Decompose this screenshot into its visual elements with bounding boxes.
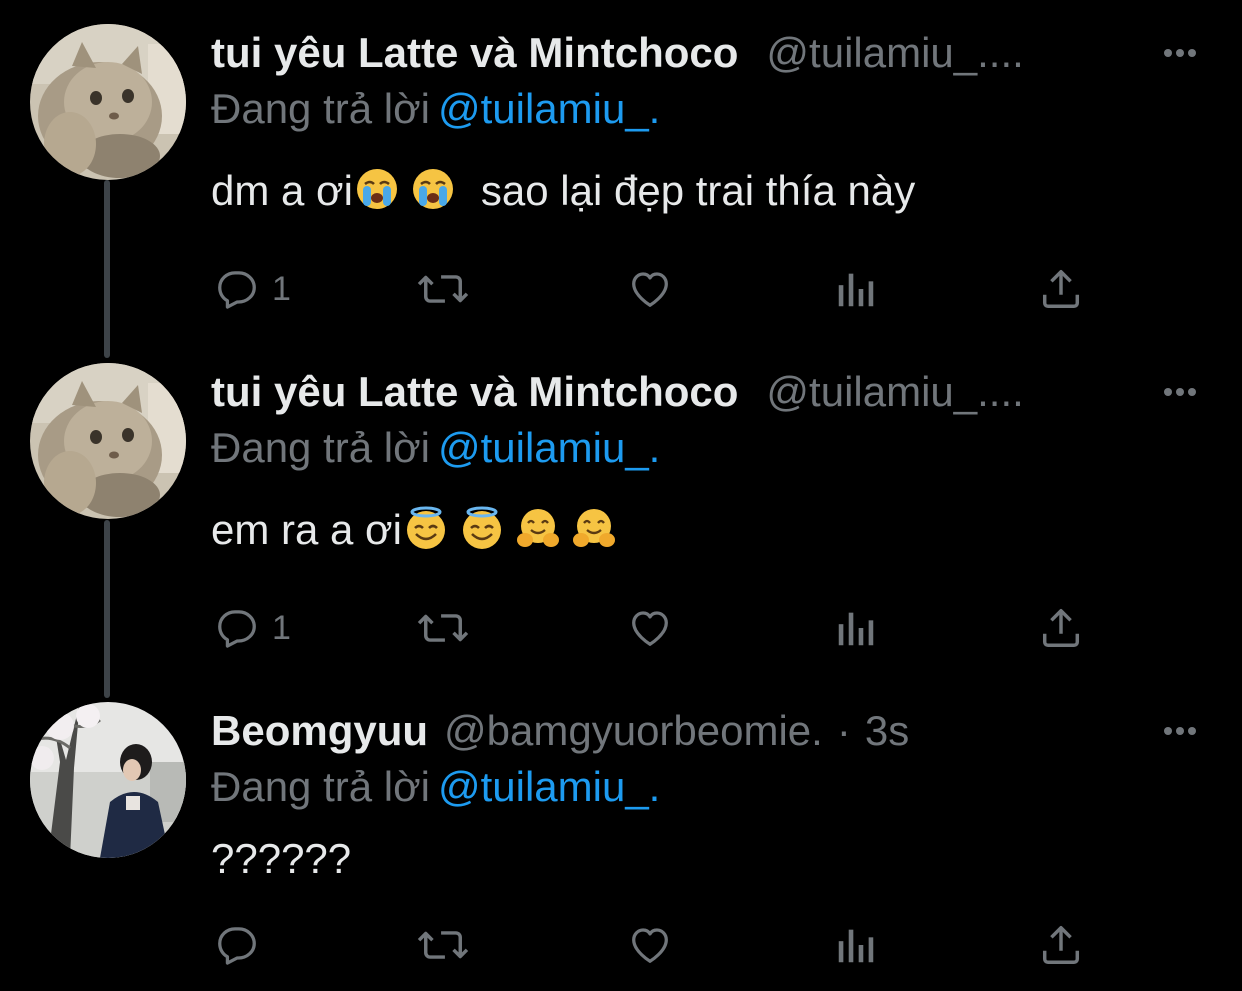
mention-link[interactable]: @tuilamiu_. [438,424,660,471]
user-handle[interactable]: @tuilamiu_.... [766,363,1023,421]
share-upload-icon [1042,926,1080,964]
tweet-actions: 1 [0,264,1242,314]
share-button[interactable] [1038,920,1084,970]
like-button[interactable] [626,920,674,970]
separator-dot: · [836,707,851,754]
share-upload-icon [1042,609,1080,647]
replying-to-label: Đang trả lời [211,763,430,810]
reply-button[interactable]: 1 [214,603,291,653]
heart-icon [632,611,668,646]
analytics-bars-icon [838,612,874,646]
tweet-text-content: em ra a ơi [211,506,402,553]
tweet-text-content: ?????? [211,835,352,882]
reply-button[interactable]: 1 [214,264,291,314]
halo-face-emoji [404,506,448,550]
replying-to-label: Đang trả lời [211,85,430,132]
reply-thread: tui yêu Latte và Mintchoco @tuilamiu_...… [0,0,1242,991]
heart-icon [632,928,668,963]
more-options-button[interactable] [1160,716,1200,746]
hugging-face-emoji [516,506,560,550]
reply-button[interactable] [214,920,272,970]
reply-bubble-icon [218,610,256,648]
person-tree-avatar-image [30,702,186,858]
more-horizontal-icon [1164,727,1196,735]
views-button[interactable] [834,603,878,653]
analytics-bars-icon [838,929,874,963]
views-button[interactable] [834,920,878,970]
mention-link[interactable]: @tuilamiu_. [438,85,660,132]
tweet-text: em ra a ơi [211,501,628,559]
more-options-button[interactable] [1160,38,1200,68]
display-name[interactable]: tui yêu Latte và Mintchoco [211,24,738,82]
mention-link[interactable]: @tuilamiu_. [438,763,660,810]
reply-count: 1 [272,269,291,308]
tweet-header: tui yêu Latte và Mintchoco @tuilamiu_...… [211,24,1024,82]
crying-face-emoji [355,167,399,211]
reply-bubble-icon [218,927,256,965]
avatar[interactable] [30,24,186,180]
like-button[interactable] [626,264,674,314]
replying-to: Đang trả lời @tuilamiu_. [211,419,660,477]
share-button[interactable] [1038,264,1084,314]
cat-avatar-image [30,363,186,519]
heart-icon [632,272,668,307]
tweet-text-continued: sao lại đẹp trai thía này [480,167,916,214]
hugging-face-emoji [572,506,616,550]
replying-to: Đang trả lời @tuilamiu_. [211,80,660,138]
tweet-header: tui yêu Latte và Mintchoco @tuilamiu_...… [211,363,1024,421]
like-button[interactable] [626,603,674,653]
reply-count: 1 [272,608,291,647]
crying-face-emoji [411,167,455,211]
display-name[interactable]: Beomgyuu [211,702,428,760]
halo-face-emoji [460,506,504,550]
views-button[interactable] [834,264,878,314]
retweet-icon [417,614,469,642]
analytics-bars-icon [838,273,874,307]
cat-avatar-image [30,24,186,180]
replying-to-label: Đang trả lời [211,424,430,471]
display-name[interactable]: tui yêu Latte và Mintchoco [211,363,738,421]
more-horizontal-icon [1164,388,1196,396]
tweet-actions: 1 [0,603,1242,653]
share-upload-icon [1042,270,1080,308]
retweet-icon [417,931,469,959]
tweet-actions [0,920,1242,970]
retweet-icon [417,275,469,303]
user-handle[interactable]: @tuilamiu_.... [766,24,1023,82]
retweet-button[interactable] [416,920,470,970]
retweet-button[interactable] [416,603,470,653]
avatar[interactable] [30,363,186,519]
replying-to: Đang trả lời @tuilamiu_. [211,758,660,816]
avatar[interactable] [30,702,186,858]
timestamp[interactable]: 3s [865,702,909,760]
tweet-text-content: dm a ơi [211,167,353,214]
tweet-header: Beomgyuu @bamgyuorbeomie. · 3s [211,702,909,760]
retweet-button[interactable] [416,264,470,314]
more-horizontal-icon [1164,49,1196,57]
tweet-text: ?????? [211,830,351,888]
tweet-text: dm a ơi sao lại đẹp trai thía này [211,162,915,220]
reply-bubble-icon [218,271,256,309]
more-options-button[interactable] [1160,377,1200,407]
user-handle[interactable]: @bamgyuorbeomie. [444,702,823,760]
share-button[interactable] [1038,603,1084,653]
